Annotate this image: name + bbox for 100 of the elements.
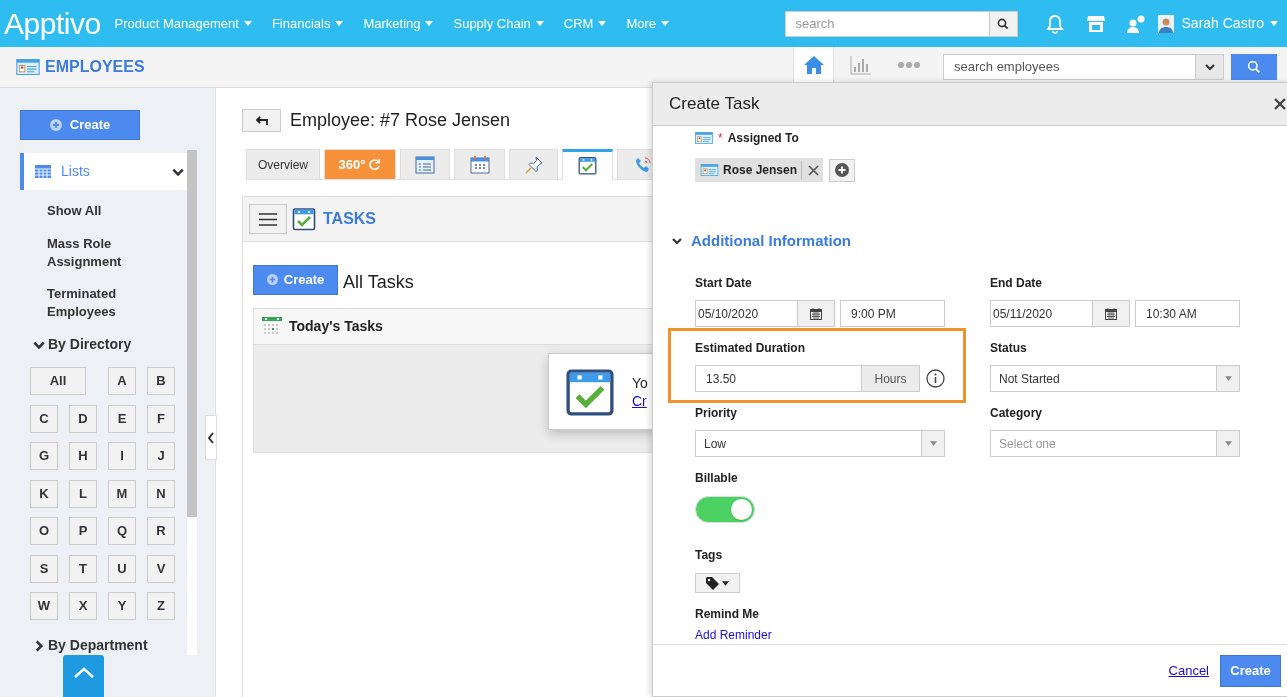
letter-button[interactable]: Q [108,517,136,545]
letter-button[interactable]: P [69,517,97,545]
letter-button[interactable]: D [69,404,97,433]
info-icon[interactable] [926,369,945,388]
time-field[interactable]: 9:00 PM [840,300,945,327]
required-mark: * [718,130,723,147]
letter-button[interactable]: V [147,554,175,583]
panel-title: TASKS [323,209,377,229]
date-field[interactable]: 05/11/2020 [990,300,1130,327]
popup-text: Yo [632,373,648,392]
bar-chart-icon [850,54,872,75]
pin-icon [524,155,543,174]
dropdown-button[interactable] [1196,54,1224,80]
caret-icon [661,21,670,26]
store-icon[interactable] [1085,13,1106,34]
field-label: Priority [695,405,738,420]
add-button[interactable] [829,158,856,182]
billable-toggle[interactable] [695,496,755,523]
scrollbar-thumb[interactable] [187,150,197,517]
caret-icon [1224,376,1232,381]
caret-icon [335,21,344,26]
remove-button[interactable] [806,163,821,177]
letter-button[interactable]: U [108,554,136,583]
letter-button[interactable]: J [147,442,175,470]
id-card-icon [700,164,719,176]
add-reminder-link[interactable]: Add Reminder [695,626,772,644]
select-field[interactable]: Low [695,430,945,457]
tag-icon [706,576,719,590]
letter-button[interactable]: Y [108,592,136,620]
calendar-button[interactable] [1092,301,1129,326]
letter-button[interactable]: K [30,479,58,508]
tags-button[interactable] [695,573,740,593]
lists-item[interactable]: Lists [20,153,187,190]
chevron-left-icon [207,431,215,444]
letter-button[interactable]: F [147,404,175,433]
caret-icon [598,21,607,26]
sidebar-item[interactable]: Show All [47,202,167,220]
letter-button[interactable]: L [69,479,97,508]
letter-button[interactable]: C [30,404,58,433]
close-icon[interactable] [1273,98,1287,110]
group-header[interactable]: By Department [32,635,187,656]
form-icon [415,155,435,174]
people-icon[interactable] [1125,13,1146,34]
letter-button[interactable]: N [147,479,175,508]
search-field[interactable]: search [784,10,990,37]
letter-button[interactable]: X [69,592,97,620]
letter-button[interactable]: M [108,479,136,508]
plus-circle-icon [266,274,278,285]
date-field[interactable]: 05/10/2020 [695,300,835,327]
back-button[interactable] [242,109,281,132]
letter-button[interactable]: B [147,367,175,395]
record-tab[interactable]: Overview [246,149,320,179]
plus-circle-icon [835,163,850,177]
letter-button[interactable]: I [108,442,136,470]
collapse-tab[interactable] [205,415,217,460]
chevron-down-icon [1203,61,1216,73]
letter-button[interactable]: W [30,592,58,620]
field-label: Assigned To [727,130,799,147]
bell-icon[interactable] [1045,13,1064,34]
time-field[interactable]: 10:30 AM [1135,300,1240,327]
field-label: Start Date [695,275,753,290]
search-field[interactable]: search employees [943,54,1196,80]
close-icon [807,164,819,176]
caret-icon [535,21,544,26]
field-label: Status [990,340,1028,355]
section-toggle[interactable]: Additional Information [671,232,1287,250]
view-button[interactable] [793,47,834,82]
popup-link[interactable]: Cr [632,391,648,410]
letter-button[interactable]: T [69,554,97,583]
avatar-icon [1157,14,1174,33]
chevron-up-icon [72,667,95,679]
letter-button[interactable]: Z [147,592,175,620]
letter-button[interactable]: E [108,404,136,433]
caret-icon [722,580,729,586]
menu-icon [259,212,277,226]
caret-icon [425,21,434,26]
scroll-up-button[interactable] [63,655,104,697]
record-tab[interactable] [562,149,613,180]
refresh-icon [368,158,382,171]
plus-circle-icon [49,119,62,131]
letter-button[interactable]: A [108,367,136,395]
group-header[interactable]: By Directory [32,334,187,355]
select-field[interactable]: Not Started [990,365,1240,392]
duration-field[interactable]: 13.50 Hours [695,365,920,392]
search-button[interactable] [989,10,1018,37]
letter-button[interactable]: S [30,554,58,583]
letter-button[interactable]: R [147,517,175,545]
cancel-link[interactable]: Cancel [1168,660,1209,681]
calendar-button[interactable] [797,301,834,326]
calendar-icon [1105,307,1117,320]
letter-button[interactable]: All [30,367,86,395]
search-icon [1247,60,1261,74]
letter-button[interactable]: H [69,442,97,470]
sidebar-item[interactable]: Mass Role Assignment [47,235,167,271]
sidebar-item[interactable]: Terminated Employees [47,285,167,321]
menu-button[interactable] [249,204,287,234]
letter-button[interactable]: G [30,442,58,470]
field-label: Category [990,405,1043,420]
letter-button[interactable]: O [30,517,58,545]
unit-label: Hours [861,366,919,391]
